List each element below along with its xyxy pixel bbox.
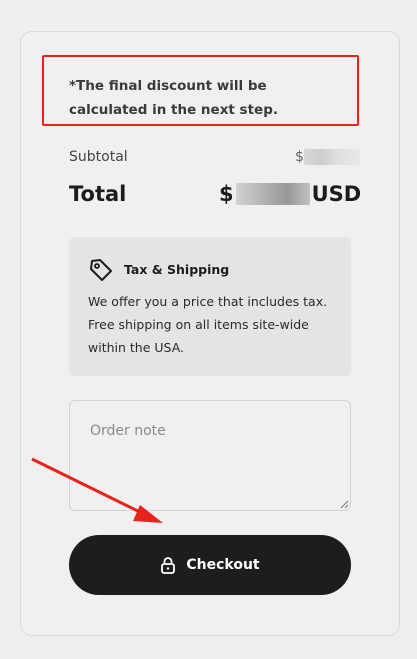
redacted-amount [303, 149, 360, 165]
info-title: Tax & Shipping [124, 262, 230, 277]
total-currency-symbol: $ [219, 182, 234, 206]
checkout-button[interactable]: Checkout [69, 535, 351, 595]
total-value: $ USD [219, 182, 361, 206]
tag-icon [90, 259, 112, 281]
checkout-label: Checkout [186, 557, 260, 573]
subtotal-currency-symbol: $ [295, 149, 304, 165]
discount-notice: *The final discount will be calculated i… [42, 55, 359, 126]
tax-shipping-info: Tax & Shipping We offer you a price that… [69, 237, 351, 376]
discount-notice-text: *The final discount will be calculated i… [69, 78, 278, 118]
order-note-field[interactable] [69, 400, 351, 511]
total-currency-code: USD [311, 182, 362, 206]
subtotal-label: Subtotal [69, 149, 128, 165]
subtotal-value: $ [295, 149, 360, 165]
redacted-amount [235, 183, 310, 205]
total-label: Total [69, 182, 127, 206]
lock-icon [161, 557, 176, 574]
info-text: We offer you a price that includes tax. … [88, 294, 328, 355]
resize-handle-icon[interactable] [339, 499, 349, 509]
